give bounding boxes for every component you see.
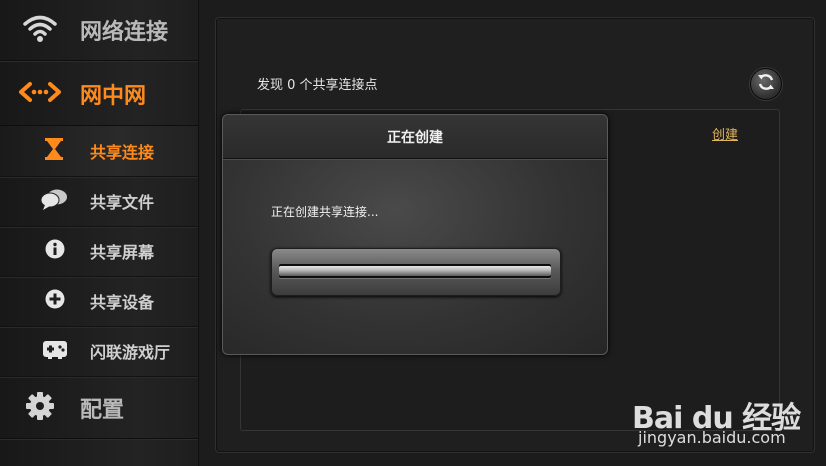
chat-bubbles-icon <box>40 188 68 214</box>
sidebar-item-label: 共享连接 <box>90 143 155 162</box>
sidebar-item-game-hall[interactable]: 闪联游戏厅 <box>0 326 198 377</box>
gear-icon <box>26 392 54 424</box>
progress-track <box>279 264 551 278</box>
nav-settings[interactable]: 配置 <box>0 378 198 439</box>
nav-net-in-net[interactable]: 网中网 <box>0 63 198 126</box>
dialog-header: 正在创建 <box>223 115 607 159</box>
progress-fill <box>279 266 551 276</box>
watermark-url: jingyan.baidu.com <box>638 428 786 447</box>
nav-settings-label: 配置 <box>80 398 125 423</box>
sidebar-item-label: 共享屏幕 <box>90 243 155 262</box>
sidebar-item-label: 闪联游戏厅 <box>90 343 171 362</box>
creating-dialog: 正在创建 正在创建共享连接... <box>222 114 608 355</box>
nav-network-label: 网络连接 <box>80 20 169 45</box>
sidebar-item-share-files[interactable]: 共享文件 <box>0 176 198 227</box>
found-count-text: 发现 0 个共享连接点 <box>257 78 378 93</box>
sidebar-item-label: 共享设备 <box>90 293 155 312</box>
info-icon <box>45 239 65 263</box>
plus-circle-icon <box>45 289 65 313</box>
sidebar-item-share-connection[interactable]: 共享连接 <box>0 126 198 177</box>
sidebar-item-label: 共享文件 <box>90 193 155 212</box>
dialog-title: 正在创建 <box>387 129 443 146</box>
nav-net-in-net-label: 网中网 <box>80 84 147 109</box>
network-arrows-icon <box>18 80 62 108</box>
dialog-message: 正在创建共享连接... <box>271 205 379 219</box>
progress-bar <box>271 248 561 296</box>
wifi-icon <box>22 13 58 47</box>
hourglass-icon <box>44 137 64 165</box>
sidebar-item-share-device[interactable]: 共享设备 <box>0 276 198 327</box>
create-link[interactable]: 创建 <box>712 124 738 143</box>
refresh-icon <box>756 72 776 96</box>
gamepad-icon <box>42 339 68 363</box>
sidebar-item-share-screen[interactable]: 共享屏幕 <box>0 226 198 277</box>
sidebar: 网络连接 网中网 共享连接 共享文件 共享屏幕 共享设备 闪联游戏厅 配置 <box>0 0 199 466</box>
refresh-button[interactable] <box>750 68 782 100</box>
nav-network[interactable]: 网络连接 <box>0 0 198 61</box>
